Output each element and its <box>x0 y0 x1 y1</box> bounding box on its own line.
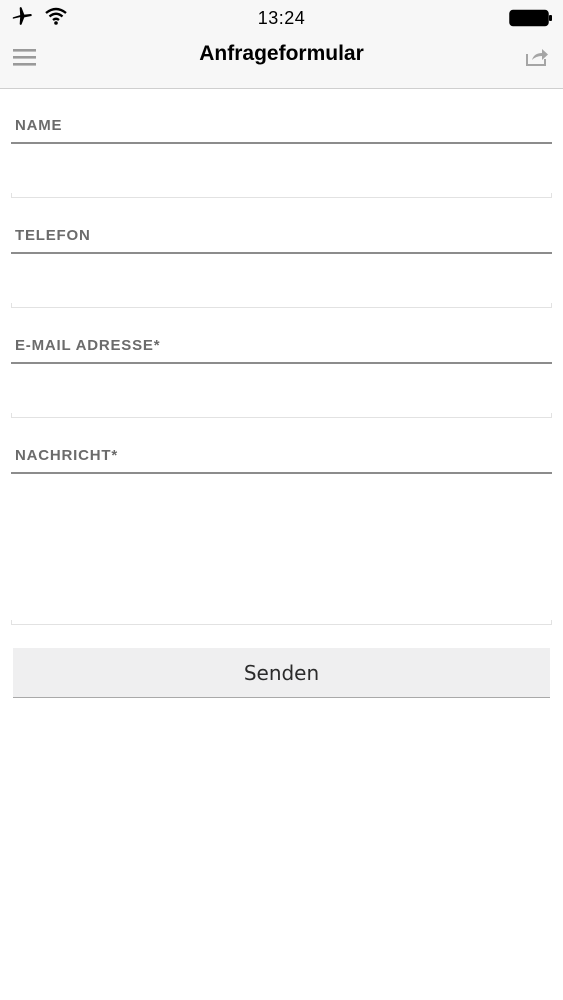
email-field-group: E-MAIL ADRESSE* <box>11 337 552 419</box>
phone-label: TELEFON <box>15 227 91 244</box>
email-divider <box>11 362 552 364</box>
share-icon[interactable] <box>524 46 550 68</box>
send-button[interactable]: Senden <box>13 648 550 698</box>
phone-input-underline <box>11 303 552 308</box>
message-textarea[interactable] <box>11 479 552 617</box>
status-bar: 13:24 <box>0 0 563 36</box>
message-label: NACHRICHT* <box>15 447 118 464</box>
message-textarea-underline <box>11 620 552 625</box>
status-time: 13:24 <box>257 8 306 28</box>
message-field-group: NACHRICHT* <box>11 447 552 626</box>
name-input-underline <box>11 193 552 198</box>
name-divider <box>11 142 552 144</box>
name-field-group: NAME <box>11 117 552 199</box>
phone-divider <box>11 252 552 254</box>
navigation-bar: Anfrageformular <box>0 36 563 89</box>
email-input[interactable] <box>11 369 552 409</box>
name-input[interactable] <box>11 149 552 189</box>
email-input-underline <box>11 413 552 418</box>
page-title: Anfrageformular <box>199 42 364 65</box>
phone-field-group: TELEFON <box>11 227 552 309</box>
name-label: NAME <box>15 117 63 134</box>
battery-icon <box>509 9 553 32</box>
phone-input[interactable] <box>11 259 552 299</box>
email-label: E-MAIL ADRESSE* <box>15 337 161 354</box>
message-divider <box>11 472 552 474</box>
